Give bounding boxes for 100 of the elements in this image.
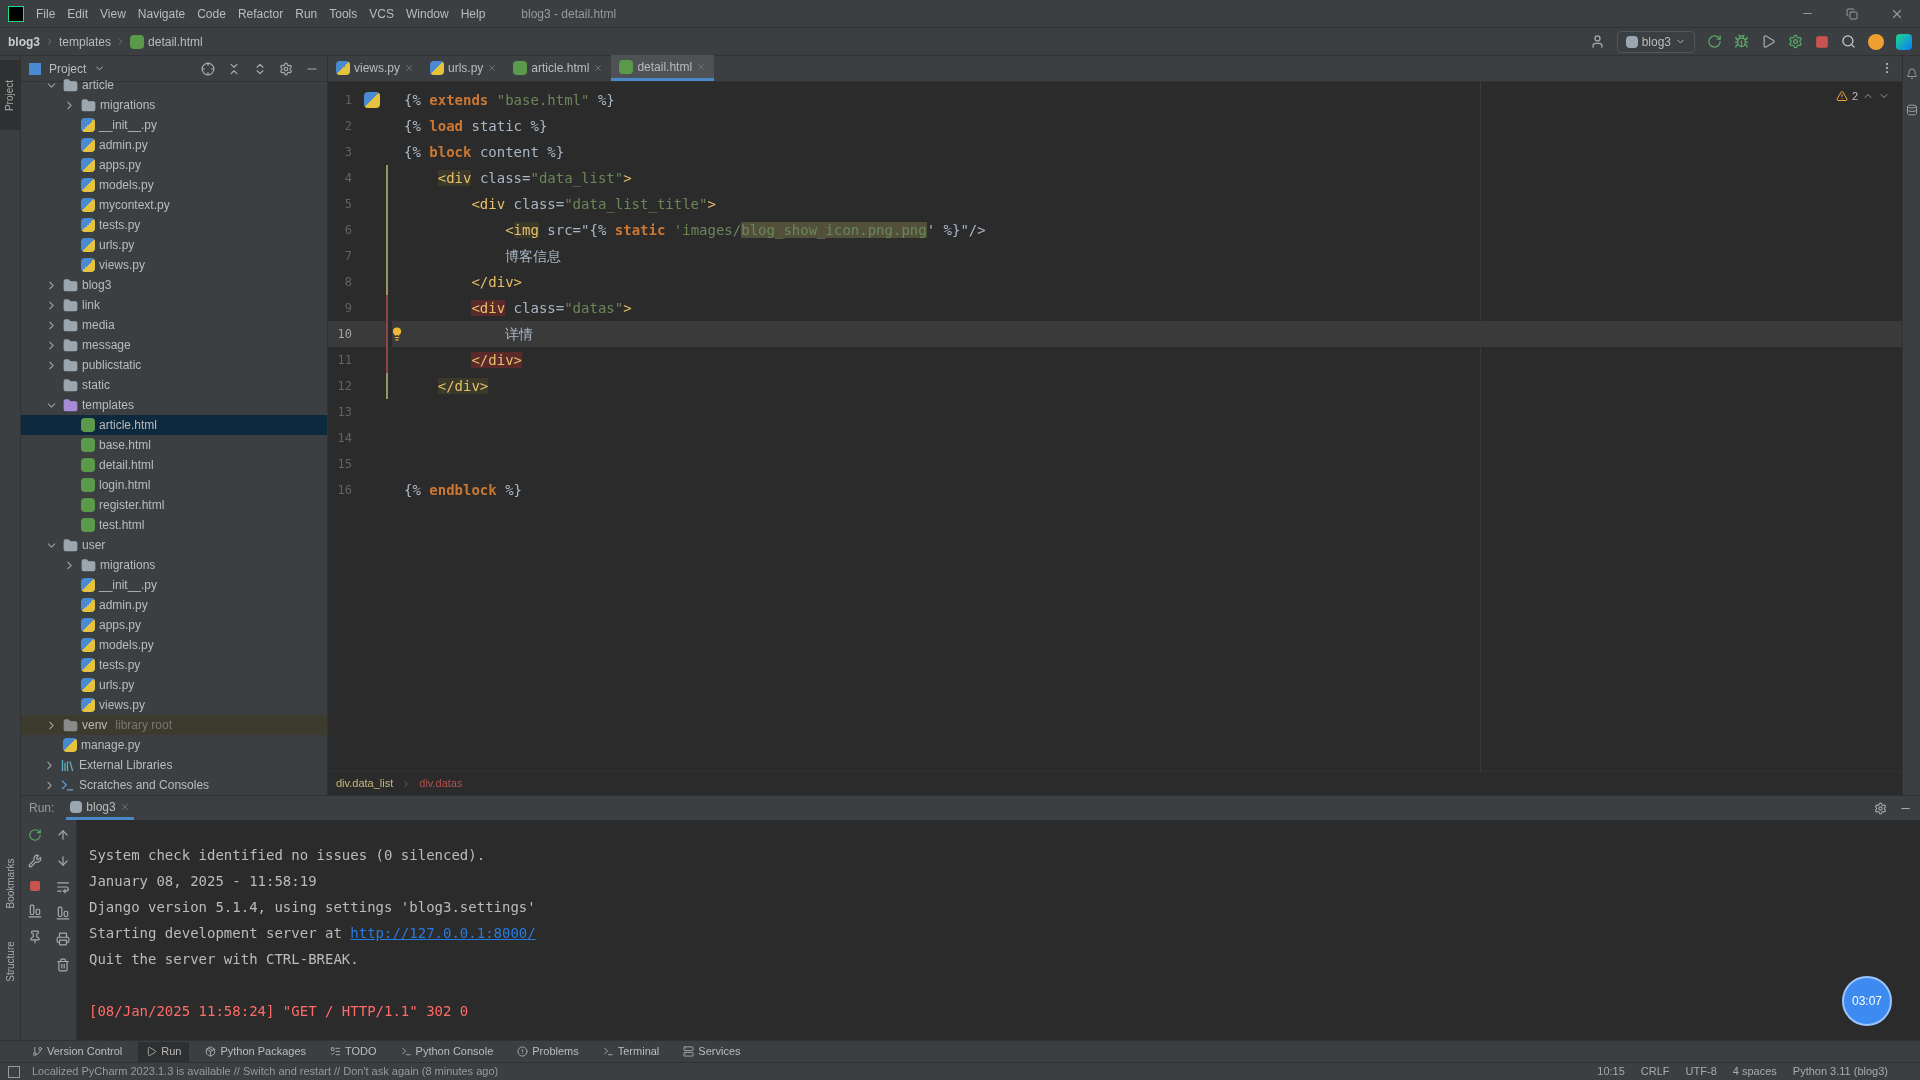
tree-item[interactable]: message — [21, 335, 327, 355]
breadcrumb-item[interactable]: div.datas — [419, 775, 463, 792]
editor-tab[interactable]: detail.html — [611, 55, 715, 81]
notifications-icon[interactable] — [1905, 68, 1918, 80]
tree-item[interactable]: test.html — [21, 515, 327, 535]
rerun-icon[interactable] — [28, 828, 42, 842]
python-file-icon[interactable] — [364, 92, 380, 108]
menu-item[interactable]: Code — [197, 4, 226, 23]
panel-title[interactable]: Project — [49, 59, 87, 78]
editor-tab[interactable]: views.py — [328, 55, 422, 81]
tool-tab[interactable]: Version Control — [24, 1041, 131, 1062]
menu-item[interactable]: Window — [405, 4, 449, 23]
restore-icon[interactable] — [1846, 7, 1858, 20]
status-item[interactable]: Python 3.11 (blog3) — [1792, 1063, 1888, 1080]
stop-icon[interactable] — [29, 880, 41, 892]
tree-item[interactable]: article.html — [21, 415, 327, 435]
editor-tab[interactable]: article.html — [505, 55, 612, 81]
tree-item[interactable]: migrations — [21, 95, 327, 115]
tree-item[interactable]: Scratches and Consoles — [21, 775, 327, 795]
close-tab-icon[interactable] — [487, 63, 498, 73]
tool-window-label[interactable]: Structure — [2, 940, 18, 982]
breadcrumb-item[interactable]: div.data_list — [336, 775, 394, 792]
tree-item[interactable]: register.html — [21, 495, 327, 515]
scroll-end-icon[interactable] — [55, 906, 70, 920]
tree-item[interactable]: __init__.py — [21, 575, 327, 595]
tool-window-label[interactable]: Bookmarks — [2, 858, 18, 908]
up-icon[interactable] — [55, 828, 70, 842]
layout-icon[interactable] — [28, 904, 42, 918]
editor-tab[interactable]: urls.py — [422, 55, 506, 81]
menu-item[interactable]: Edit — [67, 4, 89, 23]
tree-item[interactable]: detail.html — [21, 455, 327, 475]
warning-icon[interactable] — [1835, 90, 1848, 103]
status-item[interactable]: 4 spaces — [1732, 1063, 1777, 1080]
print-icon[interactable] — [55, 932, 70, 946]
menu-item[interactable]: Tools — [329, 4, 358, 23]
menu-item[interactable]: Navigate — [137, 4, 186, 23]
tree-item[interactable]: urls.py — [21, 235, 327, 255]
tree-item[interactable]: manage.py — [21, 735, 327, 755]
close-tab-icon[interactable] — [119, 801, 130, 812]
wrench-icon[interactable] — [28, 854, 42, 868]
tree-item[interactable]: views.py — [21, 695, 327, 715]
tree-item[interactable]: models.py — [21, 635, 327, 655]
tree-item[interactable]: link — [21, 295, 327, 315]
tree-item[interactable]: admin.py — [21, 135, 327, 155]
tree-item[interactable]: templates — [21, 395, 327, 415]
tree-item[interactable]: static — [21, 375, 327, 395]
tree-item[interactable]: base.html — [21, 435, 327, 455]
tree-item[interactable]: article — [21, 75, 327, 95]
tree-item[interactable]: apps.py — [21, 155, 327, 175]
tree-item[interactable]: login.html — [21, 475, 327, 495]
close-tab-icon[interactable] — [404, 63, 414, 73]
tree-item[interactable]: External Libraries — [21, 755, 327, 775]
console-link[interactable]: http://127.0.0.1:8000/ — [350, 924, 536, 941]
breadcrumb-item[interactable]: templates — [59, 32, 112, 51]
down-icon[interactable] — [55, 854, 70, 868]
tool-tab[interactable]: Python Console — [392, 1041, 502, 1062]
tree-item[interactable]: urls.py — [21, 675, 327, 695]
tree-item[interactable]: __init__.py — [21, 115, 327, 135]
tool-tab[interactable]: Problems — [509, 1041, 587, 1062]
close-tab-icon[interactable] — [593, 63, 604, 73]
menu-item[interactable]: Refactor — [237, 4, 284, 23]
menu-item[interactable]: VCS — [369, 4, 394, 23]
tree-item[interactable]: models.py — [21, 175, 327, 195]
tree-item[interactable]: publicstatic — [21, 355, 327, 375]
lightbulb-icon[interactable] — [390, 327, 404, 341]
tool-tab[interactable]: TODO — [322, 1041, 385, 1062]
status-item[interactable]: 10:15 — [1597, 1063, 1625, 1080]
tool-tab[interactable]: Run — [138, 1041, 190, 1062]
database-icon[interactable] — [1905, 104, 1918, 116]
status-item[interactable]: UTF-8 — [1685, 1063, 1717, 1080]
settings-icon[interactable] — [1874, 801, 1887, 815]
run-config-dropdown[interactable]: blog3 — [1616, 30, 1695, 53]
tree-item[interactable]: user — [21, 535, 327, 555]
locate-icon[interactable] — [201, 61, 215, 76]
menu-item[interactable]: View — [100, 4, 126, 23]
tool-tab[interactable]: Terminal — [594, 1041, 668, 1062]
status-item[interactable]: CRLF — [1640, 1063, 1670, 1080]
search-icon[interactable] — [1841, 34, 1856, 49]
trash-icon[interactable] — [55, 958, 70, 972]
tree-item[interactable]: mycontext.py — [21, 195, 327, 215]
tree-item[interactable]: views.py — [21, 255, 327, 275]
tree-item[interactable]: migrations — [21, 555, 327, 575]
status-message[interactable]: Localized PyCharm 2023.1.3 is available // Switch and restart // Don't ask again (8 minutes ago) — [32, 1063, 499, 1080]
rerun-icon[interactable] — [1707, 34, 1722, 49]
menu-item[interactable]: Help — [460, 4, 486, 23]
menu-item[interactable]: Run — [295, 4, 318, 23]
menu-item[interactable]: File — [36, 4, 56, 23]
tree-item[interactable]: admin.py — [21, 595, 327, 615]
bug-icon[interactable] — [1734, 34, 1749, 49]
tree-item[interactable]: apps.py — [21, 615, 327, 635]
wrap-icon[interactable] — [55, 880, 70, 894]
tree-item[interactable]: tests.py — [21, 215, 327, 235]
breadcrumb-item[interactable]: blog3 — [8, 32, 40, 51]
pin-icon[interactable] — [28, 930, 42, 944]
layout-icon[interactable] — [8, 1065, 20, 1078]
collapse-all-icon[interactable] — [227, 61, 241, 76]
breadcrumb-item[interactable]: detail.html — [148, 32, 203, 51]
stop-icon[interactable] — [1815, 34, 1829, 49]
warning-count[interactable]: 2 — [1851, 88, 1858, 105]
tool-tab[interactable]: Services — [675, 1041, 749, 1062]
